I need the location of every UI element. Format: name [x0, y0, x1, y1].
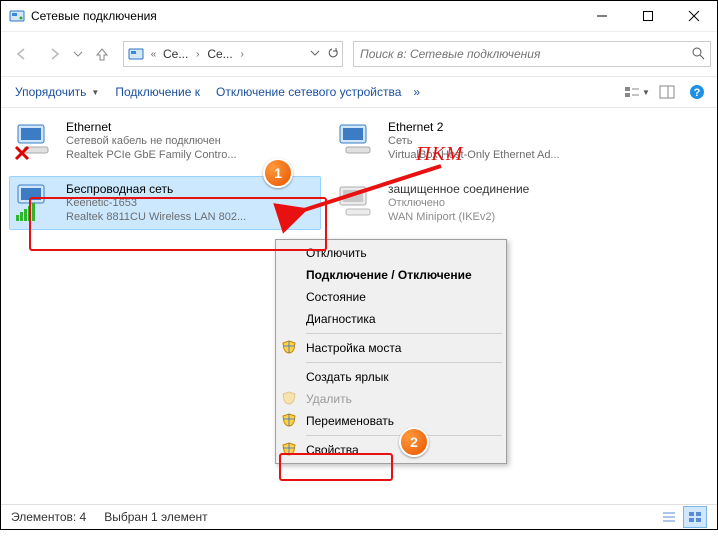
ctx-connect-label: Подключение / Отключение: [306, 268, 472, 282]
ctx-props-label: Свойства: [306, 443, 359, 457]
ctx-create-shortcut[interactable]: Создать ярлык: [276, 366, 506, 388]
ctx-diag-label: Диагностика: [306, 312, 376, 326]
connection-status: Отключено: [388, 196, 638, 210]
refresh-button[interactable]: [324, 47, 342, 62]
forward-button[interactable]: [39, 41, 69, 67]
preview-pane-button[interactable]: [653, 80, 681, 104]
maximize-button[interactable]: [625, 1, 671, 31]
ctx-diagnostics[interactable]: Диагностика: [276, 308, 506, 330]
ctx-shortcut-label: Создать ярлык: [306, 370, 389, 384]
recent-dropdown[interactable]: [71, 41, 85, 67]
ctx-disable[interactable]: Отключить: [276, 242, 506, 264]
ctx-bridge[interactable]: Настройка моста: [276, 337, 506, 359]
command-bar: Упорядочить ▼ Подключение к Отключение се…: [1, 76, 717, 108]
window-controls: [579, 1, 717, 31]
context-menu: Отключить Подключение / Отключение Состо…: [275, 239, 507, 464]
ctx-delete-label: Удалить: [306, 392, 352, 406]
connection-name: Ethernet: [66, 120, 316, 134]
disable-label: Отключение сетевого устройства: [216, 85, 401, 99]
disable-device-button[interactable]: Отключение сетевого устройства: [208, 78, 409, 106]
app-icon: [9, 8, 25, 24]
annotation-badge-2: 2: [399, 427, 429, 457]
caret-icon: ▼: [91, 88, 99, 97]
network-adapter-icon: [14, 119, 58, 163]
connection-name: защищенное соединение: [388, 182, 638, 196]
up-button[interactable]: [87, 41, 117, 67]
connection-name: Ethernet 2: [388, 120, 638, 134]
shield-icon: [282, 340, 296, 357]
connection-adapter: VirtualBox Host-Only Ethernet Ad...: [388, 148, 638, 162]
window-title: Сетевые подключения: [31, 9, 157, 23]
organize-button[interactable]: Упорядочить ▼: [7, 78, 107, 106]
ctx-connect[interactable]: Подключение / Отключение: [276, 264, 506, 286]
chevron-icon: ›: [237, 49, 248, 60]
address-bar[interactable]: « Се... › Се... ›: [123, 41, 343, 67]
help-button[interactable]: ?: [683, 80, 711, 104]
ctx-rename[interactable]: Переименовать: [276, 410, 506, 432]
view-details-button[interactable]: [657, 506, 681, 528]
overflow-button[interactable]: »: [409, 78, 424, 106]
overflow-label: »: [413, 85, 420, 99]
ctx-rename-label: Переименовать: [306, 414, 394, 428]
breadcrumb-seg-2[interactable]: Се...: [203, 42, 236, 66]
vpn-adapter-icon: [336, 181, 380, 225]
breadcrumb-seg-1[interactable]: Се...: [159, 42, 192, 66]
status-selection: Выбран 1 элемент: [104, 510, 207, 524]
network-adapter-icon: [336, 119, 380, 163]
search-input[interactable]: [354, 47, 686, 61]
ctx-status[interactable]: Состояние: [276, 286, 506, 308]
connection-status: Сеть: [388, 134, 638, 148]
ctx-bridge-label: Настройка моста: [306, 341, 401, 355]
svg-text:?: ?: [694, 87, 701, 99]
close-button[interactable]: [671, 1, 717, 31]
ctx-separator: [306, 333, 502, 334]
minimize-button[interactable]: [579, 1, 625, 31]
chevron-icon: «: [148, 49, 159, 60]
connect-label: Подключение к: [115, 85, 200, 99]
connection-adapter: WAN Miniport (IKEv2): [388, 210, 638, 224]
connection-ethernet-2[interactable]: Ethernet 2 Сеть VirtualBox Host-Only Eth…: [331, 114, 643, 168]
address-icon: [124, 42, 148, 66]
back-button[interactable]: [7, 41, 37, 67]
status-item-count: Элементов: 4: [11, 510, 86, 524]
ctx-properties[interactable]: Свойства: [276, 439, 506, 461]
view-mode-button-1[interactable]: ▼: [623, 80, 651, 104]
address-dropdown[interactable]: [306, 47, 324, 61]
annotation-badge-1: 1: [263, 158, 293, 188]
view-large-icons-button[interactable]: [683, 506, 707, 528]
connection-adapter: Realtek 8811CU Wireless LAN 802...: [66, 210, 316, 224]
shield-icon: [282, 391, 296, 408]
wifi-adapter-icon: [14, 181, 58, 225]
status-bar: Элементов: 4 Выбран 1 элемент: [1, 504, 717, 529]
connection-vpn[interactable]: защищенное соединение Отключено WAN Mini…: [331, 176, 643, 230]
ctx-delete: Удалить: [276, 388, 506, 410]
badge-1-label: 1: [274, 165, 282, 181]
ctx-disable-label: Отключить: [306, 246, 367, 260]
connection-status: Сетевой кабель не подключен: [66, 134, 316, 148]
shield-icon: [282, 413, 296, 430]
ctx-separator: [306, 362, 502, 363]
organize-label: Упорядочить: [15, 85, 86, 99]
search-box[interactable]: [353, 41, 711, 67]
titlebar: Сетевые подключения: [1, 1, 717, 32]
search-icon[interactable]: [686, 46, 710, 63]
badge-2-label: 2: [410, 434, 418, 450]
chevron-icon: ›: [192, 49, 203, 60]
connection-status: Keenetic-1653: [66, 196, 316, 210]
nav-row: « Се... › Се... ›: [1, 32, 717, 76]
connect-to-button[interactable]: Подключение к: [107, 78, 208, 106]
shield-icon: [282, 442, 296, 459]
ctx-status-label: Состояние: [306, 290, 366, 304]
